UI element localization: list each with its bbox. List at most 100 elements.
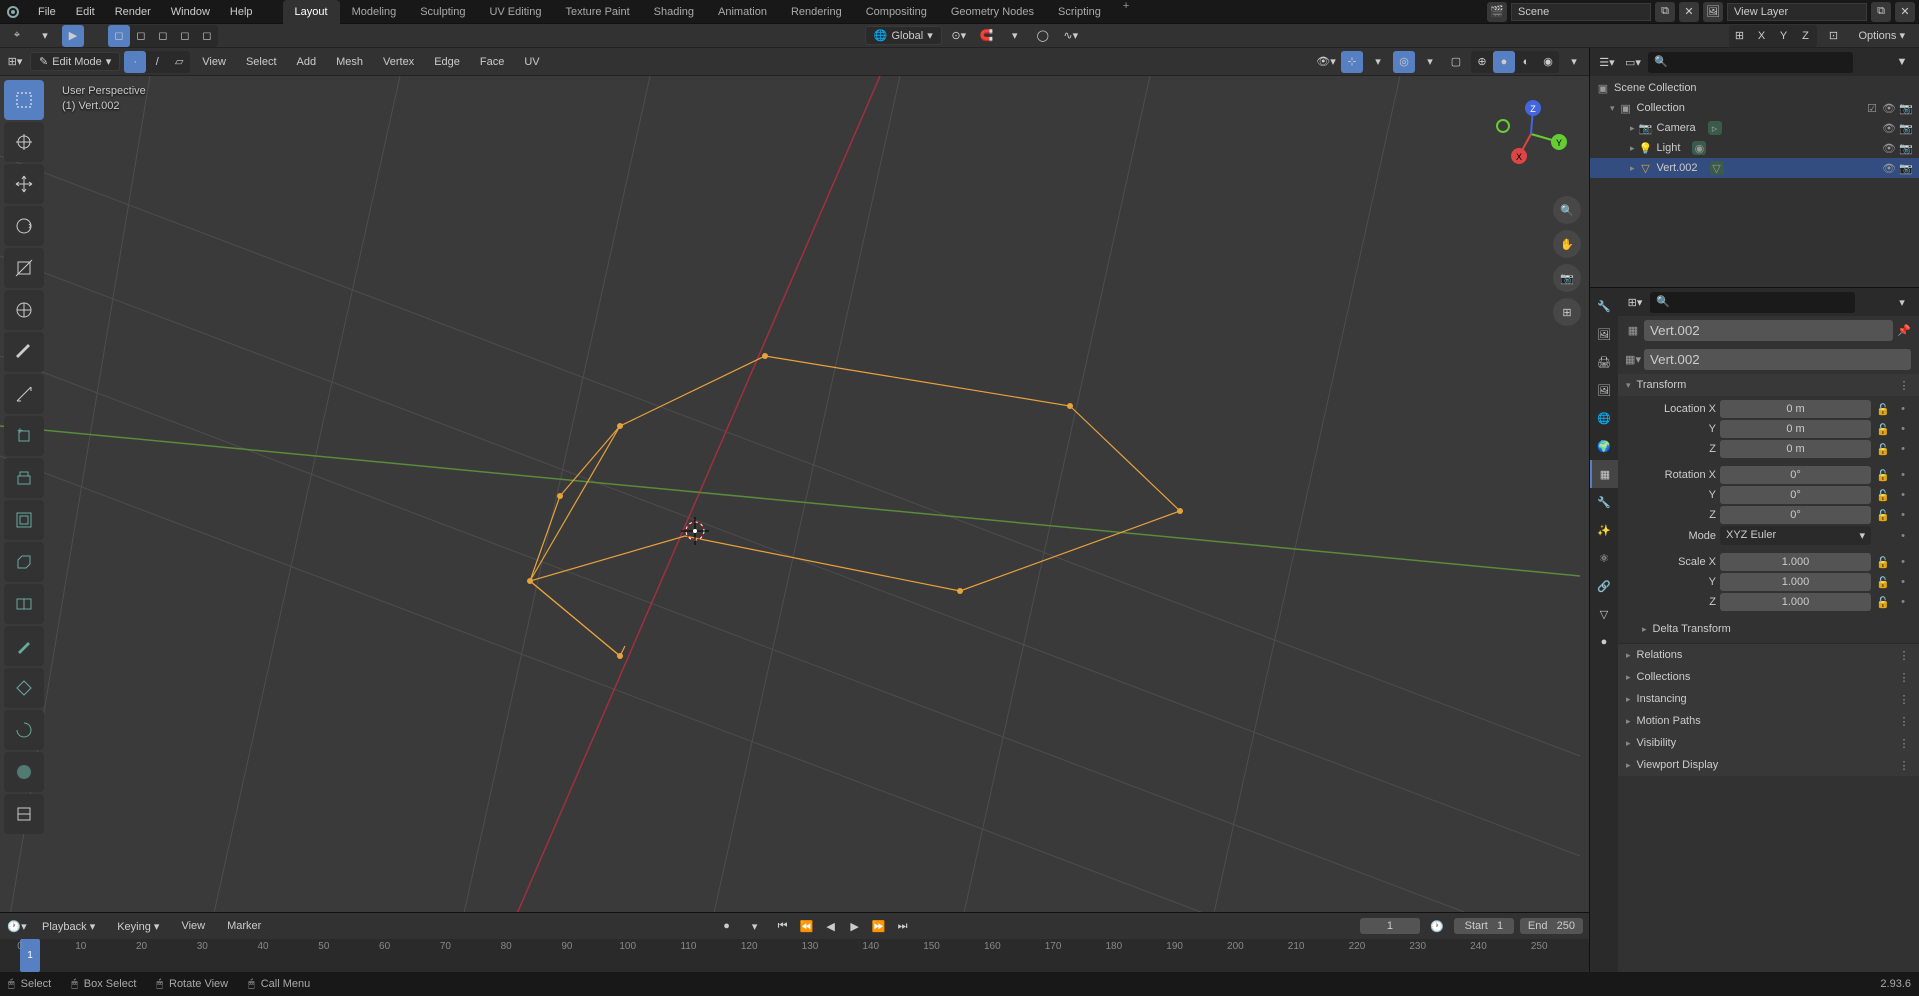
rotate-tool[interactable]	[4, 206, 44, 246]
select-menu[interactable]: Select	[238, 54, 285, 70]
scene-name-input[interactable]	[1511, 3, 1651, 21]
pivot-dropdown-icon[interactable]: ⊙▾	[948, 25, 970, 47]
anim-dot-icon[interactable]: •	[1895, 530, 1911, 542]
tab-animation[interactable]: Animation	[706, 0, 779, 24]
tab-shading[interactable]: Shading	[642, 0, 706, 24]
menu-edit[interactable]: Edit	[66, 6, 105, 18]
wireframe-shading-icon[interactable]: ⊕	[1471, 51, 1493, 73]
lock-icon[interactable]: 🔓	[1875, 556, 1891, 569]
tool-tab-icon[interactable]: 🔧	[1590, 292, 1618, 320]
perspective-toggle-icon[interactable]: ⊞	[1553, 298, 1581, 326]
annotate-tool[interactable]	[4, 332, 44, 372]
eye-icon[interactable]: 👁	[1882, 101, 1896, 115]
rotation-z-field[interactable]: 0°	[1720, 506, 1871, 524]
orientation-dropdown[interactable]: 🌐 Global ▾	[865, 26, 942, 45]
anim-dot-icon[interactable]: •	[1895, 489, 1911, 501]
xray-toggle-icon[interactable]: ▢	[1445, 51, 1467, 73]
material-tab-icon[interactable]: ●	[1590, 628, 1618, 656]
end-frame-field[interactable]: End 250	[1520, 918, 1583, 934]
jump-start-icon[interactable]: ⏮	[772, 915, 794, 937]
smooth-tool[interactable]	[4, 752, 44, 792]
anim-dot-icon[interactable]: •	[1895, 423, 1911, 435]
auto-key-icon[interactable]: ●	[716, 915, 738, 937]
new-scene-button[interactable]: ⧉	[1655, 2, 1675, 22]
navigation-gizmo[interactable]: Y X Z	[1491, 94, 1571, 174]
render-icon[interactable]: 📷	[1899, 101, 1913, 115]
lock-icon[interactable]: 🔓	[1875, 576, 1891, 589]
select-box-tool[interactable]	[4, 80, 44, 120]
editor-type-icon[interactable]: ⊞▾	[4, 51, 26, 73]
cursor-tool[interactable]	[4, 122, 44, 162]
mode-dropdown[interactable]: ✎ Edit Mode ▾	[30, 52, 120, 71]
anim-dot-icon[interactable]: •	[1895, 596, 1911, 608]
edge-menu[interactable]: Edge	[426, 54, 468, 70]
tab-sculpting[interactable]: Sculpting	[408, 0, 477, 24]
rotation-mode-dropdown[interactable]: XYZ Euler▾	[1720, 526, 1871, 545]
lock-icon[interactable]: 🔓	[1875, 423, 1891, 436]
pin-icon[interactable]: 📌	[1897, 324, 1911, 338]
vert-row[interactable]: ▽ Vert.002 ▽ 👁 📷	[1590, 158, 1919, 178]
edge-slide-tool[interactable]	[4, 794, 44, 834]
x-axis-button[interactable]: X	[1751, 25, 1773, 47]
lock-icon[interactable]: 🔓	[1875, 509, 1891, 522]
lock-icon[interactable]: 🔓	[1875, 469, 1891, 482]
bevel-tool[interactable]	[4, 542, 44, 582]
edge-select-mode-icon[interactable]: /	[146, 51, 168, 73]
scale-y-field[interactable]: 1.000	[1720, 573, 1871, 591]
render-icon[interactable]: 📷	[1899, 121, 1913, 135]
view-menu[interactable]: View	[194, 54, 234, 70]
delta-transform-header[interactable]: Delta Transform	[1626, 619, 1911, 639]
lock-icon[interactable]: 🔓	[1875, 596, 1891, 609]
material-shading-icon[interactable]: ◐	[1515, 51, 1537, 73]
marker-menu[interactable]: Marker	[219, 918, 269, 934]
world-tab-icon[interactable]: 🌍	[1590, 432, 1618, 460]
knife-tool[interactable]	[4, 626, 44, 666]
auto-key-dropdown-icon[interactable]: ▾	[744, 915, 766, 937]
vertex-select-mode-icon[interactable]: ·	[124, 51, 146, 73]
mesh-menu[interactable]: Mesh	[328, 54, 371, 70]
chevron-down-icon[interactable]: ▾	[34, 25, 56, 47]
jump-prev-keyframe-icon[interactable]: ⏪	[796, 915, 818, 937]
viewport-display-panel-header[interactable]: Viewport Display⋮	[1618, 754, 1919, 776]
location-x-field[interactable]: 0 m	[1720, 400, 1871, 418]
tab-rendering[interactable]: Rendering	[779, 0, 854, 24]
properties-options-icon[interactable]: ▾	[1891, 291, 1913, 313]
anim-dot-icon[interactable]: •	[1895, 469, 1911, 481]
disclosure-icon[interactable]	[1630, 142, 1635, 154]
panel-options-icon[interactable]: ⋮	[1897, 714, 1911, 728]
scale-x-field[interactable]: 1.000	[1720, 553, 1871, 571]
panel-options-icon[interactable]: ⋮	[1897, 648, 1911, 662]
render-icon[interactable]: 📷	[1899, 161, 1913, 175]
render-tab-icon[interactable]: 🖼	[1590, 320, 1618, 348]
location-z-field[interactable]: 0 m	[1720, 440, 1871, 458]
outliner-filter-icon[interactable]: ▼	[1891, 51, 1913, 73]
tab-layout[interactable]: Layout	[283, 0, 340, 24]
motion-paths-panel-header[interactable]: Motion Paths⋮	[1618, 710, 1919, 732]
options-dropdown[interactable]: Options ▾	[1851, 27, 1914, 44]
physics-tab-icon[interactable]: ⚛	[1590, 544, 1618, 572]
anim-dot-icon[interactable]: •	[1895, 443, 1911, 455]
shading-dropdown-icon[interactable]: ▾	[1563, 51, 1585, 73]
camera-view-icon[interactable]: 📷	[1553, 264, 1581, 292]
object-breadcrumb-icon[interactable]: ▦▾	[1626, 353, 1640, 367]
y-axis-button[interactable]: Y	[1773, 25, 1795, 47]
camera-row[interactable]: 📷 Camera ▹ 👁 📷	[1590, 118, 1919, 138]
use-preview-range-icon[interactable]: 🕐	[1426, 915, 1448, 937]
outliner-search-input[interactable]	[1648, 52, 1853, 73]
constraints-tab-icon[interactable]: 🔗	[1590, 572, 1618, 600]
panel-options-icon[interactable]: ⋮	[1897, 758, 1911, 772]
current-frame-field[interactable]: 1	[1360, 918, 1420, 934]
rotation-x-field[interactable]: 0°	[1720, 466, 1871, 484]
eye-icon[interactable]: 👁	[1882, 141, 1896, 155]
menu-render[interactable]: Render	[105, 6, 161, 18]
spin-tool[interactable]	[4, 710, 44, 750]
gizmo-dropdown-icon[interactable]: ▾	[1367, 51, 1389, 73]
scene-browse-icon[interactable]: 🎬	[1487, 2, 1507, 22]
timeline-ruler[interactable]: 1 01020304050607080901001101201301401501…	[0, 939, 1589, 972]
measure-tool[interactable]	[4, 374, 44, 414]
particles-tab-icon[interactable]: ✨	[1590, 516, 1618, 544]
extrude-tool[interactable]	[4, 458, 44, 498]
pan-icon[interactable]: ✋	[1553, 230, 1581, 258]
playback-menu[interactable]: Playback ▾	[34, 918, 103, 935]
panel-options-icon[interactable]: ⋮	[1897, 736, 1911, 750]
